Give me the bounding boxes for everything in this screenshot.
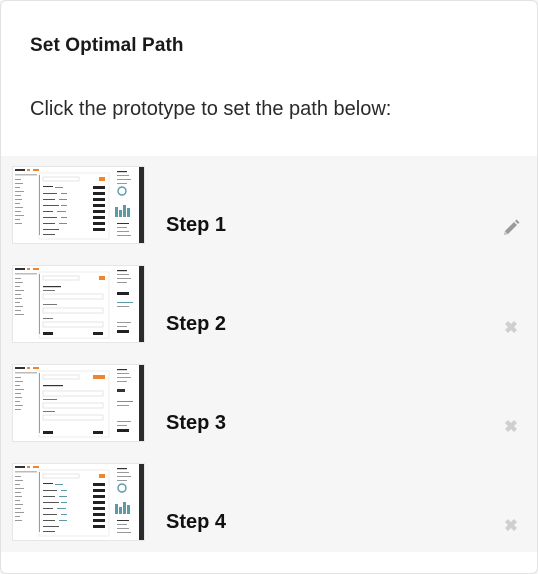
set-optimal-path-panel: Set Optimal Path Click the prototype to …	[0, 0, 538, 574]
prototype-screenshot-icon	[13, 365, 144, 441]
steps-list: Step 1 Step 2 Step 3 Step 4	[1, 156, 537, 552]
step-thumbnail[interactable]	[13, 365, 144, 441]
close-icon[interactable]	[500, 514, 522, 536]
step-item: Step 2	[1, 255, 537, 354]
step-item: Step 4	[1, 453, 537, 552]
step-thumbnail[interactable]	[13, 167, 144, 243]
step-thumbnail[interactable]	[13, 266, 144, 342]
step-thumbnail[interactable]	[13, 464, 144, 540]
step-item: Step 1	[1, 156, 537, 255]
close-icon[interactable]	[500, 316, 522, 338]
step-label: Step 1	[166, 214, 227, 236]
panel-instructions: Click the prototype to set the path belo…	[30, 98, 392, 120]
step-label: Step 2	[166, 313, 227, 335]
prototype-screenshot-icon	[13, 266, 144, 342]
prototype-screenshot-icon	[13, 464, 144, 540]
close-icon[interactable]	[500, 415, 522, 437]
prototype-screenshot-icon	[13, 167, 144, 243]
panel-title: Set Optimal Path	[30, 35, 184, 56]
pencil-icon[interactable]	[500, 217, 522, 239]
step-item: Step 3	[1, 354, 537, 453]
step-label: Step 4	[166, 511, 227, 533]
step-label: Step 3	[166, 412, 227, 434]
